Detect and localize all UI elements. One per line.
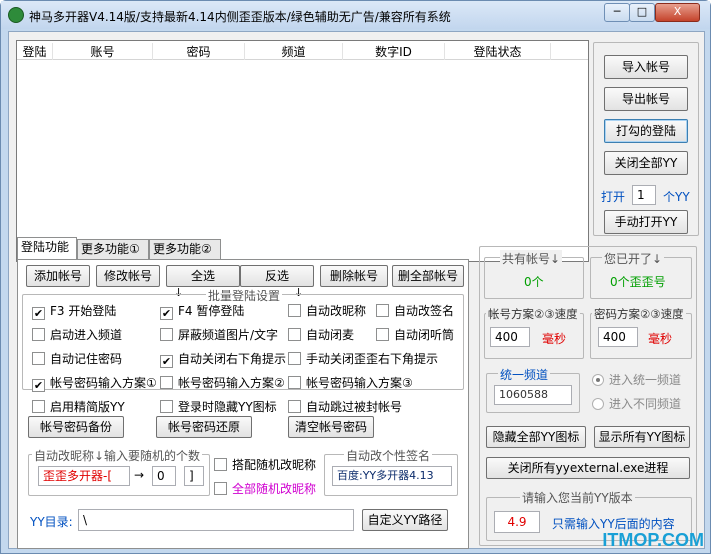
- login-checked-button[interactable]: 打勾的登陆: [604, 119, 688, 143]
- restore-passwords-button[interactable]: 帐号密码还原: [156, 416, 252, 438]
- list-header: 登陆 账号 密码 频道 数字ID 登陆状态: [17, 41, 588, 60]
- invert-selection-button[interactable]: 反选: [240, 265, 314, 287]
- channel-input[interactable]: 1060588: [494, 385, 572, 405]
- speed2-label: 密码方案②③速度: [592, 306, 686, 322]
- nickname-input[interactable]: 歪歪多开器-[: [38, 466, 130, 486]
- speed2-unit: 毫秒: [648, 332, 673, 346]
- yy-dir-input[interactable]: \: [78, 509, 354, 531]
- opened-label: 您已开了↓: [602, 250, 665, 267]
- account-list[interactable]: 登陆 账号 密码 频道 数字ID 登陆状态: [16, 40, 589, 262]
- checkbox-lite-yy[interactable]: 启用精简版YY: [32, 399, 125, 415]
- col-login[interactable]: 登陆: [17, 43, 53, 60]
- checkbox-auto-mute-speaker[interactable]: 自动闭听筒: [376, 327, 454, 343]
- checkbox-auto-close-tips[interactable]: ✔ 自动关闭右下角提示: [160, 351, 286, 368]
- tab-panel-login: 添加帐号 修改帐号 全选 反选 删除帐号 删全部帐号 ↓ ↓ 批量登陆设置 ✔ F…: [17, 259, 469, 549]
- select-all-button[interactable]: 全选: [166, 265, 240, 287]
- tab-more-1[interactable]: 更多功能①: [77, 239, 149, 259]
- nickname-count-input[interactable]: 0: [152, 466, 176, 486]
- signature-input[interactable]: 百度:YY多开器4.13: [332, 466, 452, 486]
- watermark: ITMOP.COM: [602, 530, 704, 550]
- checkbox-all-random[interactable]: 全部随机改昵称: [214, 481, 316, 497]
- clear-passwords-button[interactable]: 清空帐号密码: [288, 416, 374, 438]
- open-count-input[interactable]: 1: [632, 185, 656, 205]
- checkbox-f3-start[interactable]: ✔ F3 开始登陆: [32, 303, 116, 320]
- checkbox-hide-yy-icon[interactable]: 登录时隐藏YY图标: [160, 399, 277, 415]
- speed1-input[interactable]: 400: [490, 327, 530, 347]
- opened-value: 0个歪歪号: [610, 275, 666, 289]
- batch-login-group-title: 批量登陆设置: [206, 287, 283, 304]
- app-logo-icon: [8, 7, 24, 23]
- speed1-label: 帐号方案②③速度: [486, 306, 580, 322]
- client-area: 登陆 账号 密码 频道 数字ID 登陆状态 导入帐号 导出帐号 打勾的登陆 关闭…: [8, 31, 705, 549]
- col-channel[interactable]: 频道: [245, 43, 343, 60]
- edit-account-button[interactable]: 修改帐号: [96, 265, 160, 287]
- nickname-bracket-input[interactable]: ]: [184, 466, 204, 486]
- import-accounts-button[interactable]: 导入帐号: [604, 55, 688, 79]
- checkbox-enter-channel[interactable]: 启动进入频道: [32, 327, 122, 343]
- tab-login[interactable]: 登陆功能: [17, 237, 77, 259]
- checkbox-auto-nickname[interactable]: 自动改昵称: [288, 303, 366, 319]
- yy-dir-label: YY目录:: [30, 515, 73, 529]
- speed2-input[interactable]: 400: [598, 327, 638, 347]
- custom-yy-path-button[interactable]: 自定义YY路径: [362, 509, 448, 531]
- close-button[interactable]: X: [655, 3, 700, 22]
- check-icon: ✔: [160, 355, 173, 368]
- speed1-unit: 毫秒: [542, 332, 567, 346]
- add-account-button[interactable]: 添加帐号: [26, 265, 90, 287]
- open-prefix-label: 打开: [601, 190, 626, 204]
- check-icon: ✔: [32, 379, 45, 392]
- col-password[interactable]: 密码: [153, 43, 245, 60]
- col-account[interactable]: 账号: [53, 43, 153, 60]
- col-login-status[interactable]: 登陆状态: [445, 43, 551, 60]
- checkbox-skip-banned[interactable]: 自动跳过被封帐号: [288, 399, 402, 415]
- nickname-group-title: 自动改昵称↓输入要随机的个数: [32, 447, 203, 464]
- export-accounts-button[interactable]: 导出帐号: [604, 87, 688, 111]
- checkbox-manual-close-tips[interactable]: 手动关闭歪歪右下角提示: [288, 351, 438, 367]
- show-yy-icons-button[interactable]: 显示所有YY图标: [594, 426, 690, 448]
- check-icon: ✔: [160, 307, 173, 320]
- checkbox-input-scheme-1[interactable]: ✔ 帐号密码输入方案①: [32, 375, 157, 392]
- channel-label: 统一频道: [498, 366, 551, 383]
- checkbox-random-mix[interactable]: 搭配随机改昵称: [214, 457, 316, 473]
- checkbox-input-scheme-3[interactable]: 帐号密码输入方案③: [288, 375, 413, 391]
- delete-account-button[interactable]: 删除帐号: [320, 265, 388, 287]
- version-label: 请输入您当前YY版本: [520, 489, 635, 506]
- check-icon: ✔: [32, 307, 45, 320]
- col-numeric-id[interactable]: 数字ID: [343, 43, 445, 60]
- checkbox-block-channel-media[interactable]: 屏蔽频道图片/文字: [160, 327, 278, 343]
- backup-passwords-button[interactable]: 帐号密码备份: [28, 416, 124, 438]
- delete-all-accounts-button[interactable]: 删全部帐号: [392, 265, 464, 287]
- title-bar: 神马多开器V4.14版/支持最新4.14内侧歪歪版本/绿色辅助无广告/兼容所有系…: [1, 1, 710, 29]
- stats-panel: 共有帐号↓ 0个 您已开了↓ 0个歪歪号 帐号方案②③速度 400 毫秒 密码方…: [479, 246, 697, 546]
- window-title: 神马多开器V4.14版/支持最新4.14内侧歪歪版本/绿色辅助无广告/兼容所有系…: [29, 10, 451, 24]
- checkbox-f4-pause[interactable]: ✔ F4 暂停登陆: [160, 303, 244, 320]
- radio-different-channel[interactable]: 进入不同频道: [592, 395, 681, 412]
- checkbox-auto-mute-mic[interactable]: 自动闭麦: [288, 327, 354, 343]
- checkbox-remember-password[interactable]: 自动记住密码: [32, 351, 122, 367]
- signature-group-title: 自动改个性签名: [344, 447, 433, 464]
- total-accounts-value: 0个: [524, 275, 544, 289]
- close-yyexternal-button[interactable]: 关闭所有yyexternal.exe进程: [486, 457, 690, 479]
- arrow-right-icon: →: [134, 468, 145, 482]
- account-actions-group: 导入帐号 导出帐号 打勾的登陆 关闭全部YY 打开 1 个YY 手动打开YY: [593, 42, 699, 236]
- maximize-button[interactable]: □: [629, 3, 655, 22]
- hide-yy-icons-button[interactable]: 隐藏全部YY图标: [486, 426, 586, 448]
- radio-unified-channel[interactable]: 进入统一频道: [592, 371, 681, 388]
- checkbox-auto-signature[interactable]: 自动改签名: [376, 303, 454, 319]
- tab-more-2[interactable]: 更多功能②: [149, 239, 221, 259]
- minimize-button[interactable]: ─: [604, 3, 630, 22]
- close-all-yy-button[interactable]: 关闭全部YY: [604, 151, 688, 175]
- manual-open-yy-button[interactable]: 手动打开YY: [604, 210, 688, 234]
- open-suffix-label: 个YY: [663, 190, 690, 204]
- total-accounts-label: 共有帐号↓: [500, 250, 563, 267]
- checkbox-input-scheme-2[interactable]: 帐号密码输入方案②: [160, 375, 285, 391]
- main-window: 神马多开器V4.14版/支持最新4.14内侧歪歪版本/绿色辅助无广告/兼容所有系…: [0, 0, 711, 554]
- version-input[interactable]: 4.9: [494, 511, 540, 533]
